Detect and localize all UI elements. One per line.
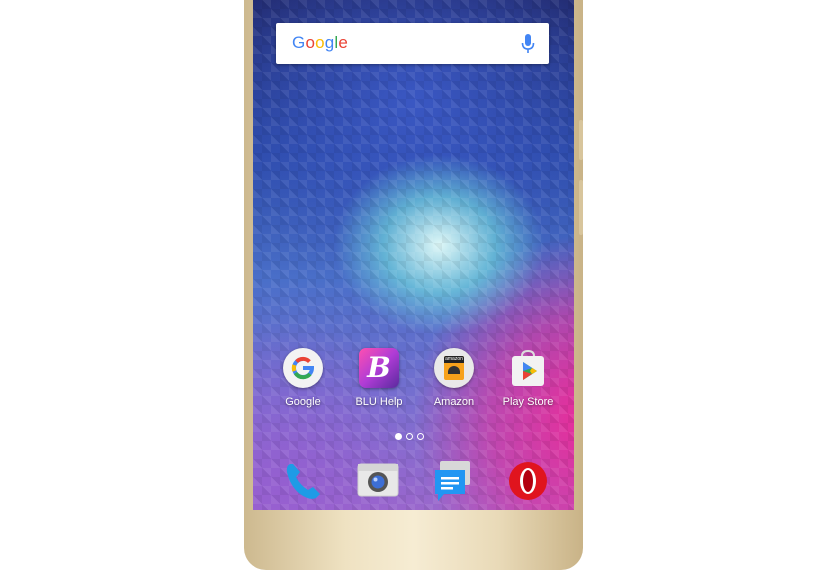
blu-help-icon: B (359, 348, 399, 388)
page-dot (406, 433, 413, 440)
app-label: Play Store (502, 396, 554, 408)
google-search-bar[interactable]: Google (276, 23, 549, 64)
app-label: BLU Help (355, 396, 403, 408)
app-play-store[interactable]: Play Store (495, 348, 561, 408)
app-label: Amazon (433, 396, 475, 408)
page-indicator (395, 433, 424, 440)
messaging-icon[interactable] (430, 458, 476, 504)
page-dot (395, 433, 402, 440)
play-store-icon (508, 348, 548, 388)
volume-button (579, 120, 583, 160)
google-g-icon (283, 348, 323, 388)
mic-icon[interactable] (521, 34, 535, 54)
app-amazon[interactable]: amazon Amazon (421, 348, 487, 408)
phone-icon[interactable] (280, 458, 326, 504)
home-screen: Google Google B BLU Help amazon Amazon P… (253, 0, 574, 510)
opera-browser-icon[interactable] (505, 458, 551, 504)
app-label: Google (285, 396, 321, 408)
camera-icon[interactable] (355, 458, 401, 504)
google-logo: Google (292, 33, 349, 52)
page-dot (417, 433, 424, 440)
power-button (579, 180, 583, 235)
amazon-icon: amazon (434, 348, 474, 388)
app-google[interactable]: Google (270, 348, 336, 408)
app-blu-help[interactable]: B BLU Help (346, 348, 412, 408)
